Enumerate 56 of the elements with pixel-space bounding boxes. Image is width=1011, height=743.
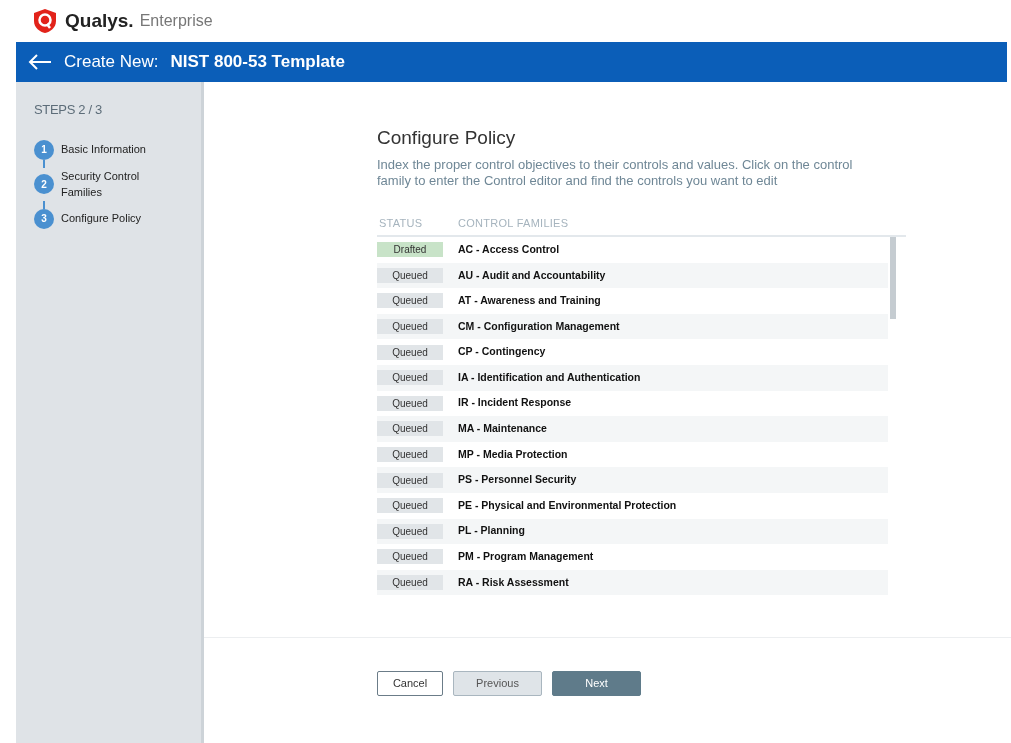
column-header: STATUS	[378, 215, 424, 231]
table-row[interactable]: Queued MA - Maintenance	[377, 416, 888, 442]
family-name: PL - Planning	[458, 523, 525, 539]
family-name: PM - Program Management	[458, 549, 594, 565]
step-number: 3	[34, 208, 54, 229]
family-name: AC - Access Control	[458, 241, 560, 257]
family-name: MP - Media Protection	[458, 446, 568, 462]
status-badge: Queued	[377, 421, 443, 437]
scrollbar-thumb[interactable]	[890, 237, 896, 319]
family-name: PS - Personnel Security	[458, 472, 577, 488]
step-number: 1	[34, 139, 54, 160]
header-prefix: Create New:	[64, 51, 159, 74]
product-name: Enterprise	[139, 11, 213, 31]
table-row[interactable]: Queued PS - Personnel Security	[377, 467, 888, 493]
header-title: NIST 800-53 Template	[170, 51, 345, 74]
table-row[interactable]: Queued AU - Audit and Accountability	[377, 262, 888, 289]
action-button[interactable]: Cancel	[377, 671, 443, 696]
status-badge: Drafted	[377, 242, 443, 258]
step-label[interactable]: Configure Policy	[61, 210, 142, 227]
back-arrow-icon[interactable]	[28, 54, 52, 70]
brand-name: Qualys.	[65, 8, 134, 33]
family-name: IR - Incident Response	[458, 395, 572, 411]
shield-logo-icon	[33, 8, 57, 34]
family-name: CP - Contingency	[458, 344, 546, 360]
step-number: 2	[34, 174, 54, 194]
table-row[interactable]: Queued PL - Planning	[377, 518, 888, 545]
status-badge: Queued	[377, 575, 443, 590]
action-button[interactable]: Previous	[453, 671, 542, 696]
steps-label: STEPS 2 / 3	[34, 101, 103, 119]
family-name: AT - Awareness and Training	[458, 293, 601, 309]
status-badge: Queued	[377, 498, 443, 514]
family-name: MA - Maintenance	[458, 421, 547, 437]
status-badge: Queued	[377, 344, 443, 360]
column-header: CONTROL FAMILIES	[458, 215, 569, 231]
status-badge: Queued	[377, 395, 443, 411]
status-badge: Queued	[377, 370, 443, 386]
status-badge: Queued	[377, 523, 443, 539]
table-row[interactable]: Queued IA - Identification and Authentication	[377, 364, 888, 391]
family-name: CM - Configuration Management	[458, 318, 620, 334]
status-badge: Queued	[377, 267, 443, 283]
page-title: Configure Policy	[377, 126, 517, 150]
step-label[interactable]: Security Control Families	[60, 167, 183, 201]
status-badge: Queued	[377, 549, 443, 565]
status-badge: Queued	[377, 472, 443, 488]
family-name: IA - Identification and Authentication	[458, 369, 641, 385]
status-badge: Queued	[377, 447, 443, 463]
family-name: RA - Risk Assessment	[458, 574, 569, 590]
step-label[interactable]: Basic Information	[61, 141, 146, 158]
family-name: AU - Audit and Accountability	[458, 267, 606, 283]
family-name: PE - Physical and Environmental Protection	[458, 497, 677, 513]
page-description: Index the proper control objectives to their controls and values. Click on the control family to enter the Control editor and find the controls you want to edit	[377, 156, 854, 189]
status-badge: Queued	[377, 319, 443, 335]
action-button[interactable]: Next	[552, 671, 641, 696]
table-row[interactable]: Queued RA - Risk Assessment	[377, 569, 888, 596]
table-row[interactable]: Queued CM - Configuration Management	[377, 313, 888, 340]
status-badge: Queued	[377, 293, 443, 309]
